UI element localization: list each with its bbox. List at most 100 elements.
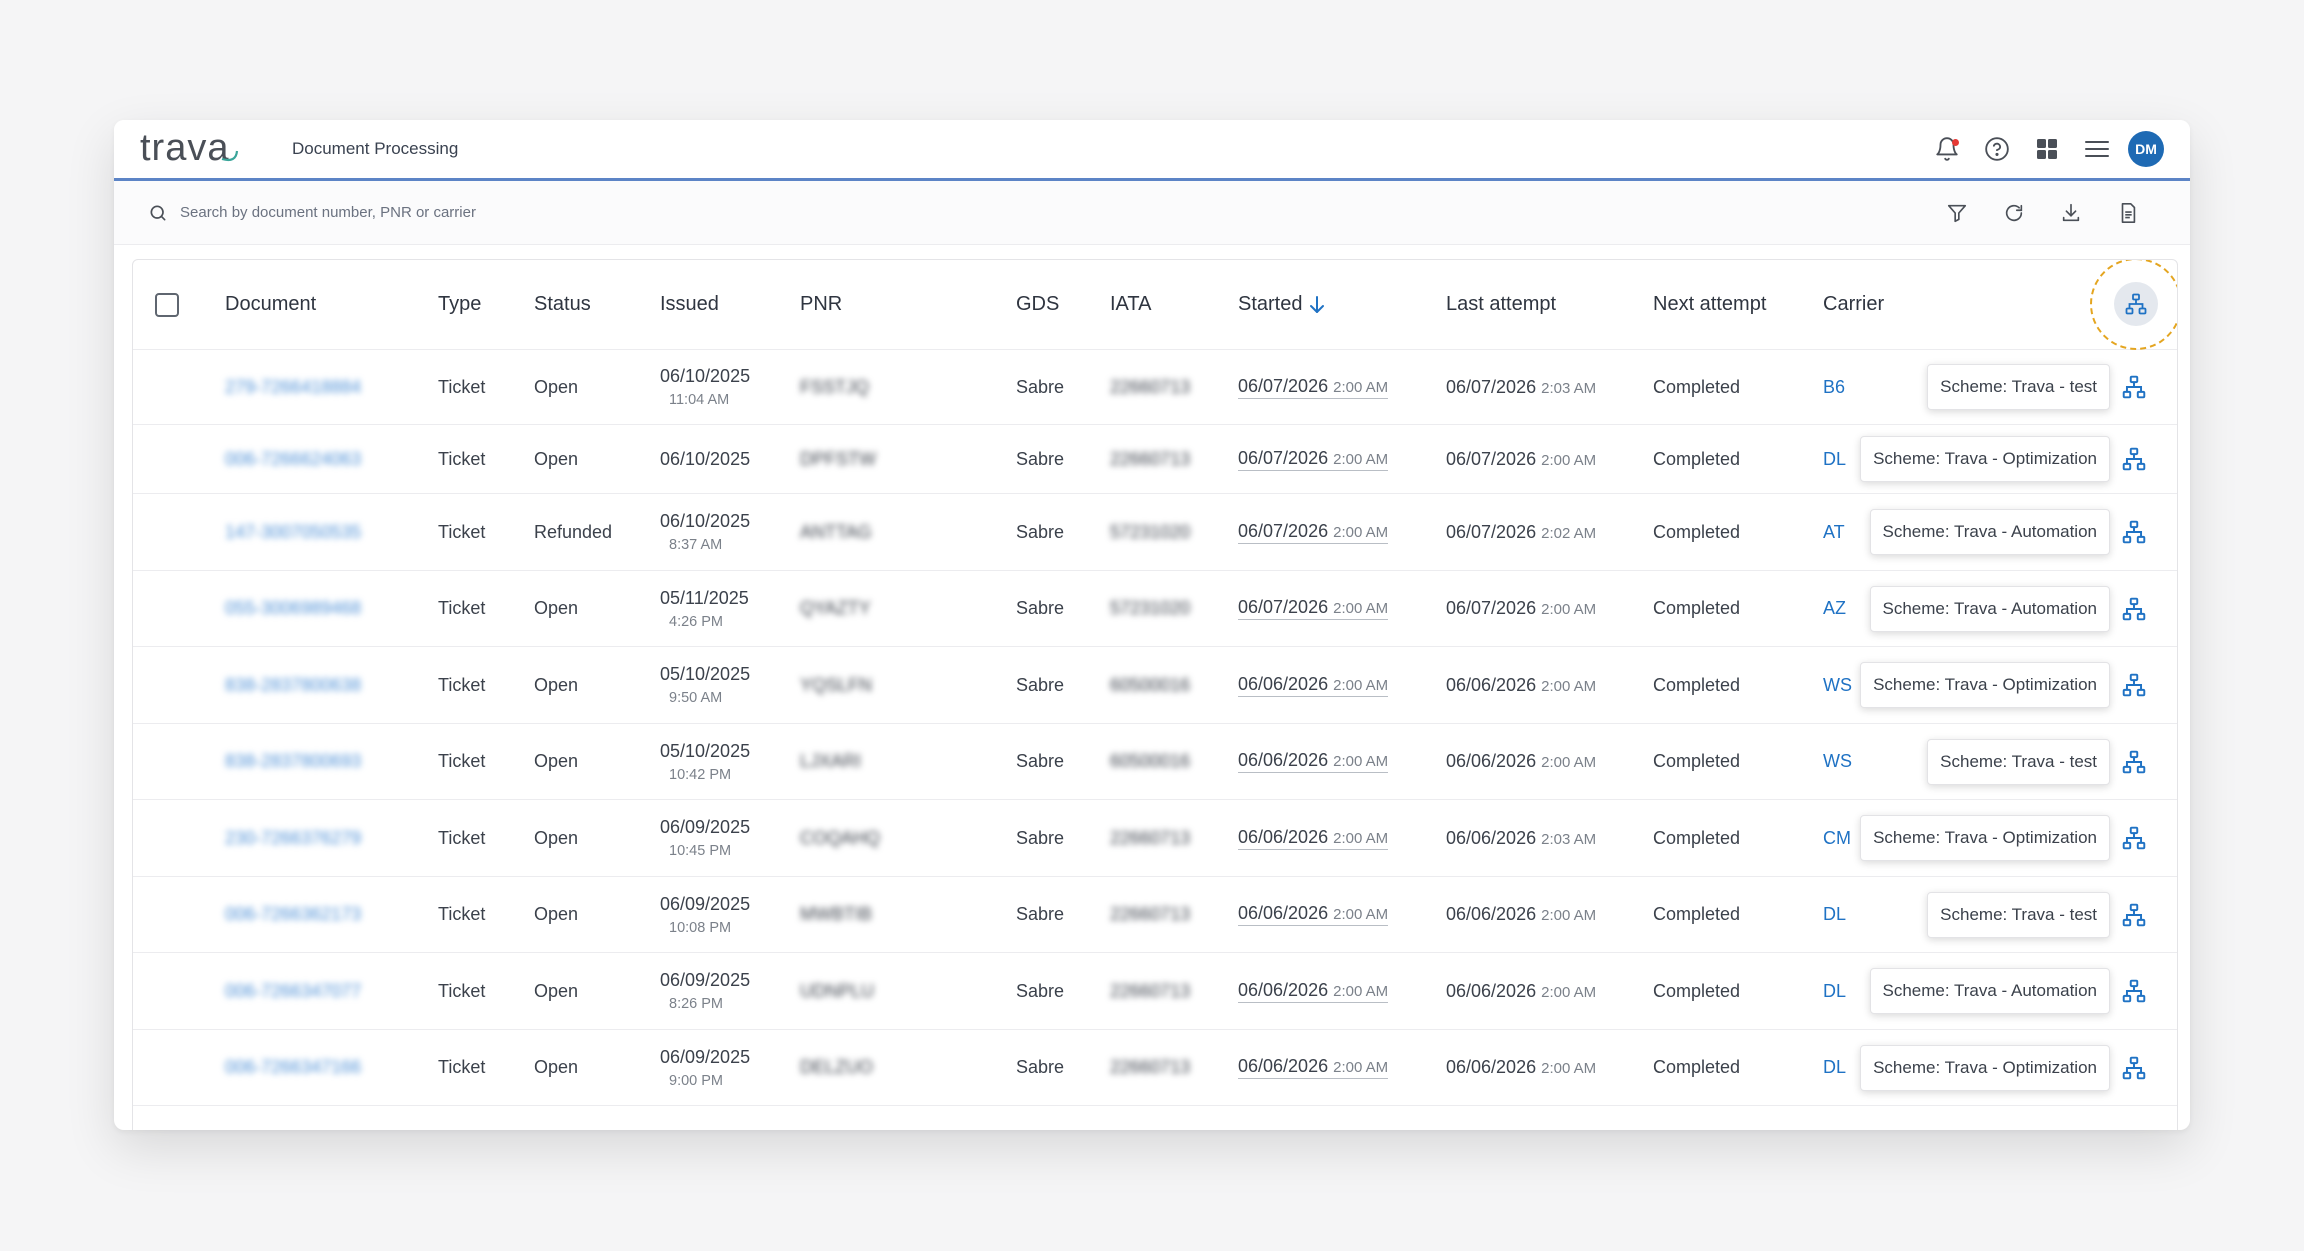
col-type[interactable]: Type xyxy=(438,260,481,349)
document-link[interactable]: 006-7266362173 xyxy=(225,904,361,925)
table-row[interactable]: 06/09/2025 xyxy=(133,1106,2177,1130)
user-avatar[interactable]: DM xyxy=(2128,131,2164,167)
last-time: 2:02 AM xyxy=(1541,524,1597,542)
gds-cell: Sabre xyxy=(1016,494,1064,570)
last-date: 06/06/2026 xyxy=(1446,674,1537,695)
issued-date: 06/09/2025 xyxy=(660,1046,751,1067)
col-carrier[interactable]: Carrier xyxy=(1823,260,1884,349)
started-datetime[interactable]: 06/07/2026 2:00 AM xyxy=(1238,597,1389,620)
document-link[interactable]: 006-7266347077 xyxy=(225,981,361,1002)
scheme-button[interactable] xyxy=(2119,900,2149,930)
status-value: Open xyxy=(534,598,579,618)
table-row[interactable]: 838-2837800693 Ticket Open 05/10/2025 10… xyxy=(133,724,2177,800)
col-document[interactable]: Document xyxy=(225,260,316,349)
next-attempt-cell: Completed xyxy=(1653,647,1740,723)
filter-icon[interactable] xyxy=(1928,193,1985,233)
refresh-icon[interactable] xyxy=(1985,193,2042,233)
table-row[interactable]: 838-2837800638 Ticket Open 05/10/2025 9:… xyxy=(133,647,2177,724)
pnr-value: UDNPLU xyxy=(800,980,875,1001)
carrier-link[interactable]: WS xyxy=(1823,751,1852,772)
issued-date: 06/09/2025 xyxy=(660,893,751,914)
document-link[interactable]: 279-7266418884 xyxy=(225,377,361,398)
scheme-button[interactable] xyxy=(2119,976,2149,1006)
select-all-checkbox[interactable] xyxy=(155,292,179,317)
carrier-link[interactable]: DL xyxy=(1823,904,1846,925)
col-issued[interactable]: Issued xyxy=(660,260,719,349)
document-link[interactable]: 838-2837800638 xyxy=(225,675,361,696)
carrier-link[interactable]: CM xyxy=(1823,828,1851,849)
started-datetime[interactable]: 06/07/2026 2:00 AM xyxy=(1238,448,1389,471)
table-row[interactable]: 006-7266347166 Ticket Open 06/09/2025 9:… xyxy=(133,1030,2177,1106)
col-next-attempt[interactable]: Next attempt xyxy=(1653,260,1766,349)
document-link[interactable]: 006-7266624063 xyxy=(225,449,361,470)
table-row[interactable]: 279-7266418884 Ticket Open 06/10/2025 11… xyxy=(133,350,2177,425)
started-datetime[interactable]: 06/07/2026 2:00 AM xyxy=(1238,520,1389,544)
started-datetime[interactable]: 06/06/2026 2:00 AM xyxy=(1238,980,1389,1003)
started-datetime[interactable]: 06/06/2026 2:00 AM xyxy=(1238,674,1389,697)
started-datetime[interactable]: 06/06/2026 2:00 AM xyxy=(1238,903,1389,926)
carrier-link[interactable]: B6 xyxy=(1823,377,1845,398)
next-attempt-value: Completed xyxy=(1653,751,1741,771)
hierarchy-icon xyxy=(2122,673,2146,697)
gds-cell: Sabre xyxy=(1016,724,1064,799)
search-input[interactable] xyxy=(180,204,780,221)
carrier-link[interactable]: WS xyxy=(1823,675,1852,696)
table-row[interactable]: 230-7266376279 Ticket Open 06/09/2025 10… xyxy=(133,800,2177,877)
started-datetime[interactable]: 06/06/2026 2:00 AM xyxy=(1238,750,1389,773)
type-value: Ticket xyxy=(438,674,486,695)
scheme-button[interactable] xyxy=(2119,747,2149,777)
carrier-link[interactable]: DL xyxy=(1823,981,1846,1002)
started-date: 06/07/2026 xyxy=(1238,520,1329,541)
table-row[interactable]: 055-3006989468 Ticket Open 05/11/2025 4:… xyxy=(133,571,2177,647)
col-started[interactable]: Started xyxy=(1238,260,1326,349)
document-link[interactable]: 006-7266347166 xyxy=(225,1057,361,1078)
carrier-link[interactable]: AZ xyxy=(1823,598,1846,619)
document-link[interactable]: 055-3006989468 xyxy=(225,598,361,619)
started-datetime[interactable]: 06/07/2026 2:00 AM xyxy=(1238,376,1389,399)
next-attempt-value: Completed xyxy=(1653,1057,1741,1077)
document-icon[interactable] xyxy=(2099,193,2156,233)
col-last-attempt[interactable]: Last attempt xyxy=(1446,260,1556,349)
help-icon[interactable] xyxy=(1972,129,2022,169)
table-row[interactable]: 147-3007050535 Ticket Refunded 06/10/202… xyxy=(133,494,2177,571)
table-row[interactable]: 006-7266624063 Ticket Open 06/10/2025 DP… xyxy=(133,425,2177,494)
last-time: 2:00 AM xyxy=(1541,601,1597,618)
carrier-link[interactable]: AT xyxy=(1823,522,1845,543)
carrier-link[interactable]: DL xyxy=(1823,1057,1846,1078)
document-link[interactable]: 230-7266376279 xyxy=(225,828,361,849)
started-datetime[interactable]: 06/06/2026 2:00 AM xyxy=(1238,827,1389,850)
issued-time: 11:04 AM xyxy=(669,392,730,408)
apps-grid-icon[interactable] xyxy=(2022,129,2072,169)
scheme-tooltip: Scheme: Trava - Optimization xyxy=(1860,1044,2110,1091)
last-time: 2:03 AM xyxy=(1541,830,1597,848)
col-pnr[interactable]: PNR xyxy=(800,260,842,349)
scheme-column-button[interactable] xyxy=(2114,282,2158,326)
document-link[interactable]: 147-3007050535 xyxy=(225,522,361,543)
table-row[interactable]: 006-7266347077 Ticket Open 06/09/2025 8:… xyxy=(133,953,2177,1030)
document-link[interactable]: 838-2837800693 xyxy=(225,751,361,772)
trava-logo[interactable]: trava xyxy=(140,129,240,169)
last-attempt-cell: 06/07/2026 2:03 AM xyxy=(1446,350,1596,424)
app-window: trava Document Processing DM Search by d… xyxy=(114,120,2190,1130)
scheme-button[interactable] xyxy=(2119,372,2149,402)
started-datetime[interactable]: 06/06/2026 2:00 AM xyxy=(1238,1056,1389,1079)
download-icon[interactable] xyxy=(2042,193,2099,233)
col-iata[interactable]: IATA xyxy=(1110,260,1151,349)
type-value: Ticket xyxy=(438,751,486,771)
scheme-button[interactable] xyxy=(2119,823,2149,853)
bell-icon[interactable] xyxy=(1922,129,1972,169)
carrier-cell: B6 xyxy=(1823,350,1845,424)
document-cell: 006-7266347166 xyxy=(225,1030,361,1105)
gds-value: Sabre xyxy=(1016,904,1065,924)
table-row[interactable]: 006-7266362173 Ticket Open 06/09/2025 10… xyxy=(133,877,2177,953)
scheme-button[interactable] xyxy=(2119,594,2149,624)
menu-icon[interactable] xyxy=(2072,129,2122,169)
carrier-link[interactable]: DL xyxy=(1823,449,1846,470)
scheme-button[interactable] xyxy=(2119,670,2149,700)
last-attempt-datetime: 06/06/2026 2:00 AM xyxy=(1446,1057,1596,1078)
col-status[interactable]: Status xyxy=(534,260,591,349)
scheme-button[interactable] xyxy=(2119,517,2149,547)
scheme-button[interactable] xyxy=(2119,444,2149,474)
col-gds[interactable]: GDS xyxy=(1016,260,1059,349)
scheme-button[interactable] xyxy=(2119,1053,2149,1083)
